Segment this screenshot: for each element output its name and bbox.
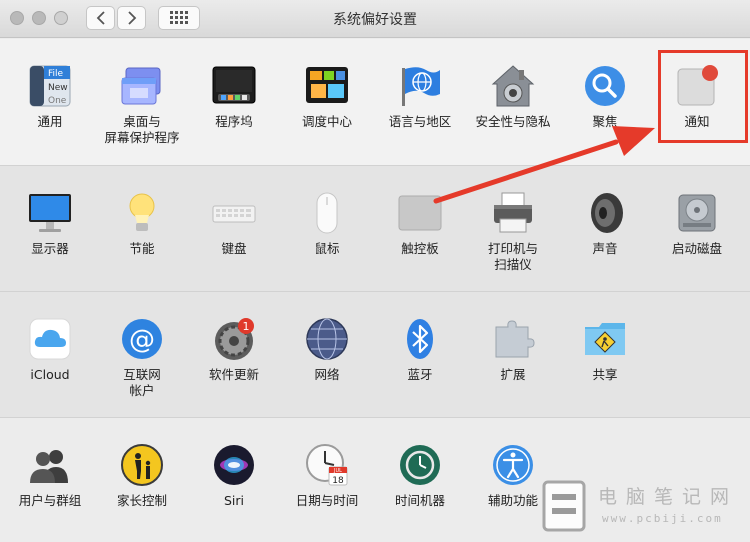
svg-text:New: New [48,83,68,93]
bluetooth-icon [398,317,442,361]
highlight-box [658,50,748,143]
pane-sound[interactable]: 声音 [559,191,651,257]
pane-network[interactable]: 网络 [281,317,373,383]
pane-label: 触控板 [401,241,439,256]
internet-accounts-icon: @ [120,317,164,361]
pane-security-privacy[interactable]: 安全性与隐私 [467,64,559,130]
pane-sharing[interactable]: 共享 [559,317,651,383]
startup-disk-icon [675,191,719,235]
pane-mission-control[interactable]: 调度中心 [281,64,373,130]
svg-text:18: 18 [332,476,344,486]
printer-icon [491,191,535,235]
pane-label: 启动磁盘 [671,241,722,256]
keyboard-icon [212,191,256,235]
energy-saver-icon [120,191,164,235]
parental-controls-icon [120,443,164,487]
pane-label: 互联网 帐户 [123,367,161,398]
pane-mouse[interactable]: 鼠标 [281,191,373,257]
pane-extensions[interactable]: 扩展 [467,317,559,383]
general-icon: File New One [28,64,72,108]
software-update-icon: 1 [212,317,256,361]
extensions-icon [491,317,535,361]
language-region-icon [398,64,442,108]
dock-icon [212,64,256,108]
pane-label: 软件更新 [208,367,259,382]
icloud-icon [28,317,72,361]
watermark-logo-icon [542,480,586,532]
pane-bluetooth[interactable]: 蓝牙 [374,317,466,383]
mission-control-icon [305,64,349,108]
pane-language-region[interactable]: 语言与地区 [374,64,466,130]
pane-label: 辅助功能 [487,493,538,508]
pane-label: 安全性与隐私 [475,114,551,129]
pane-label: 家长控制 [116,493,167,508]
pane-label: 声音 [592,241,618,256]
pane-label: Siri [223,493,245,508]
security-privacy-icon [491,64,535,108]
pane-spotlight[interactable]: 聚焦 [559,64,651,130]
pane-trackpad[interactable]: 触控板 [374,191,466,257]
pane-users-groups[interactable]: 用户与群组 [4,443,96,509]
accessibility-icon [491,443,535,487]
pane-label: iCloud [30,367,70,382]
pane-label: 日期与时间 [295,493,359,508]
pane-label: 时间机器 [394,493,445,508]
svg-text:One: One [48,96,67,106]
pane-label: 网络 [314,367,340,382]
pane-label: 调度中心 [301,114,352,129]
pane-label: 节能 [129,241,155,256]
pane-desktop-screensaver[interactable]: 桌面与 屏幕保护程序 [96,64,188,146]
watermark: 电脑笔记网 www.pcbiji.com [538,478,750,538]
pane-parental-controls[interactable]: 家长控制 [96,443,188,509]
sharing-icon [583,317,627,361]
title-bar: 系统偏好设置 [0,0,750,38]
trackpad-icon [398,191,442,235]
pane-energy-saver[interactable]: 节能 [96,191,188,257]
spotlight-icon [583,64,627,108]
pane-printers-scanners[interactable]: 打印机与 扫描仪 [467,191,559,273]
pane-siri[interactable]: Siri [188,443,280,509]
svg-text:JUL: JUL [333,468,342,474]
pane-label: 共享 [592,367,618,382]
pane-icloud[interactable]: iCloud [4,317,96,383]
displays-icon [28,191,72,235]
watermark-text-cn: 电脑笔记网 [598,486,739,508]
pane-label: 蓝牙 [407,367,433,382]
svg-text:@: @ [129,325,155,355]
pane-dock[interactable]: 程序坞 [188,64,280,130]
pane-label: 聚焦 [592,114,618,129]
pane-label: 显示器 [31,241,69,256]
pane-label: 扩展 [500,367,526,382]
pane-software-update[interactable]: 1 软件更新 [188,317,280,383]
pane-label: 程序坞 [215,114,253,129]
desktop-screensaver-icon [120,64,164,108]
pane-label: 通用 [37,114,63,129]
pane-label: 鼠标 [314,241,340,256]
pane-general[interactable]: File New One 通用 [4,64,96,130]
mouse-icon [305,191,349,235]
pane-displays[interactable]: 显示器 [4,191,96,257]
pane-label: 键盘 [221,241,247,256]
date-time-icon: JUL 18 [305,443,349,487]
network-icon [305,317,349,361]
window-title: 系统偏好设置 [333,12,417,28]
pane-label: 打印机与 扫描仪 [487,241,538,272]
pane-label: 语言与地区 [388,114,452,129]
users-groups-icon [28,443,72,487]
pane-startup-disk[interactable]: 启动磁盘 [651,191,743,257]
sound-icon [583,191,627,235]
watermark-text-en: www.pcbiji.com [602,512,723,525]
svg-text:File: File [48,69,64,79]
pane-label: 用户与群组 [18,493,82,508]
pane-label: 桌面与 屏幕保护程序 [104,114,180,145]
pane-keyboard[interactable]: 键盘 [188,191,280,257]
pane-internet-accounts[interactable]: @ 互联网 帐户 [96,317,188,399]
time-machine-icon [398,443,442,487]
pane-time-machine[interactable]: 时间机器 [374,443,466,509]
svg-text:1: 1 [243,320,250,333]
siri-icon [212,443,256,487]
pane-date-time[interactable]: JUL 18 日期与时间 [281,443,373,509]
